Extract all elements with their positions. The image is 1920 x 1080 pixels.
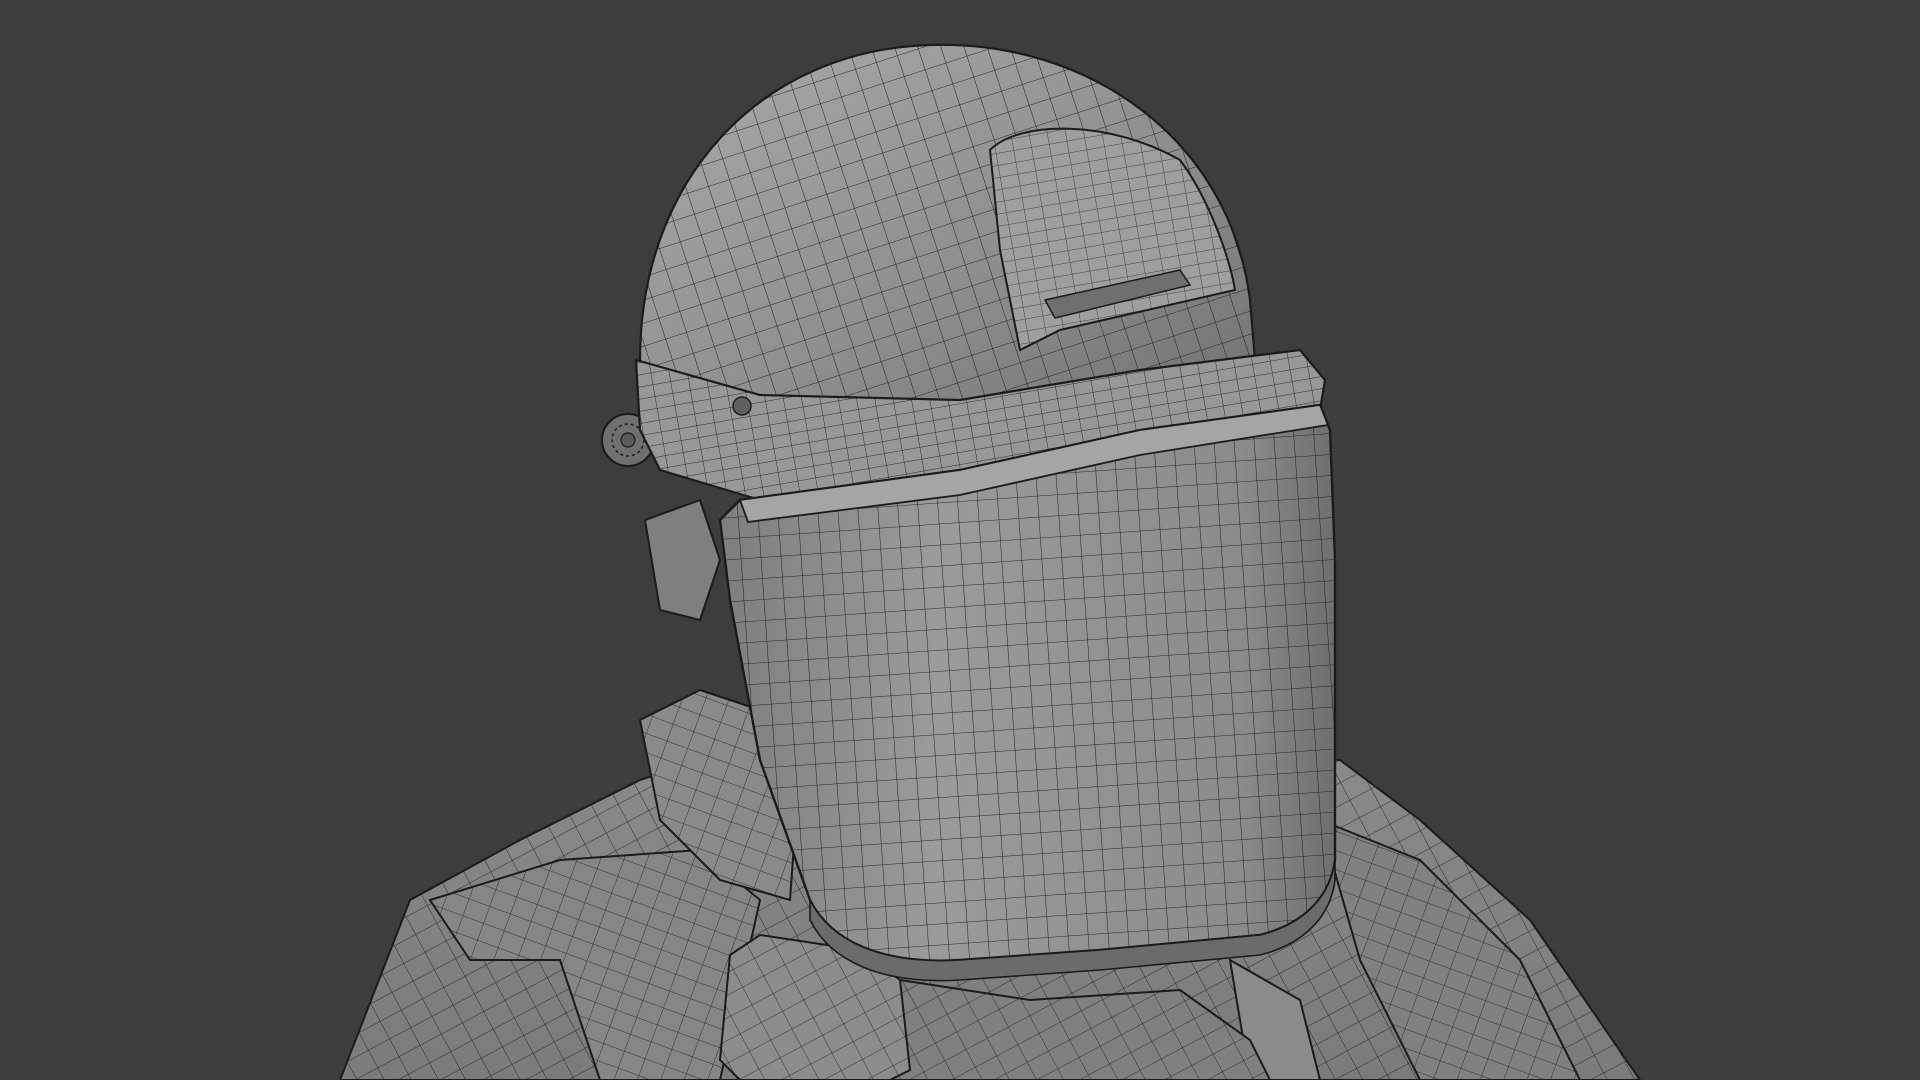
3d-viewport[interactable]: [0, 0, 1920, 1080]
wireframe-render: [338, 43, 1642, 1080]
face-shield-visor: [718, 403, 1337, 982]
